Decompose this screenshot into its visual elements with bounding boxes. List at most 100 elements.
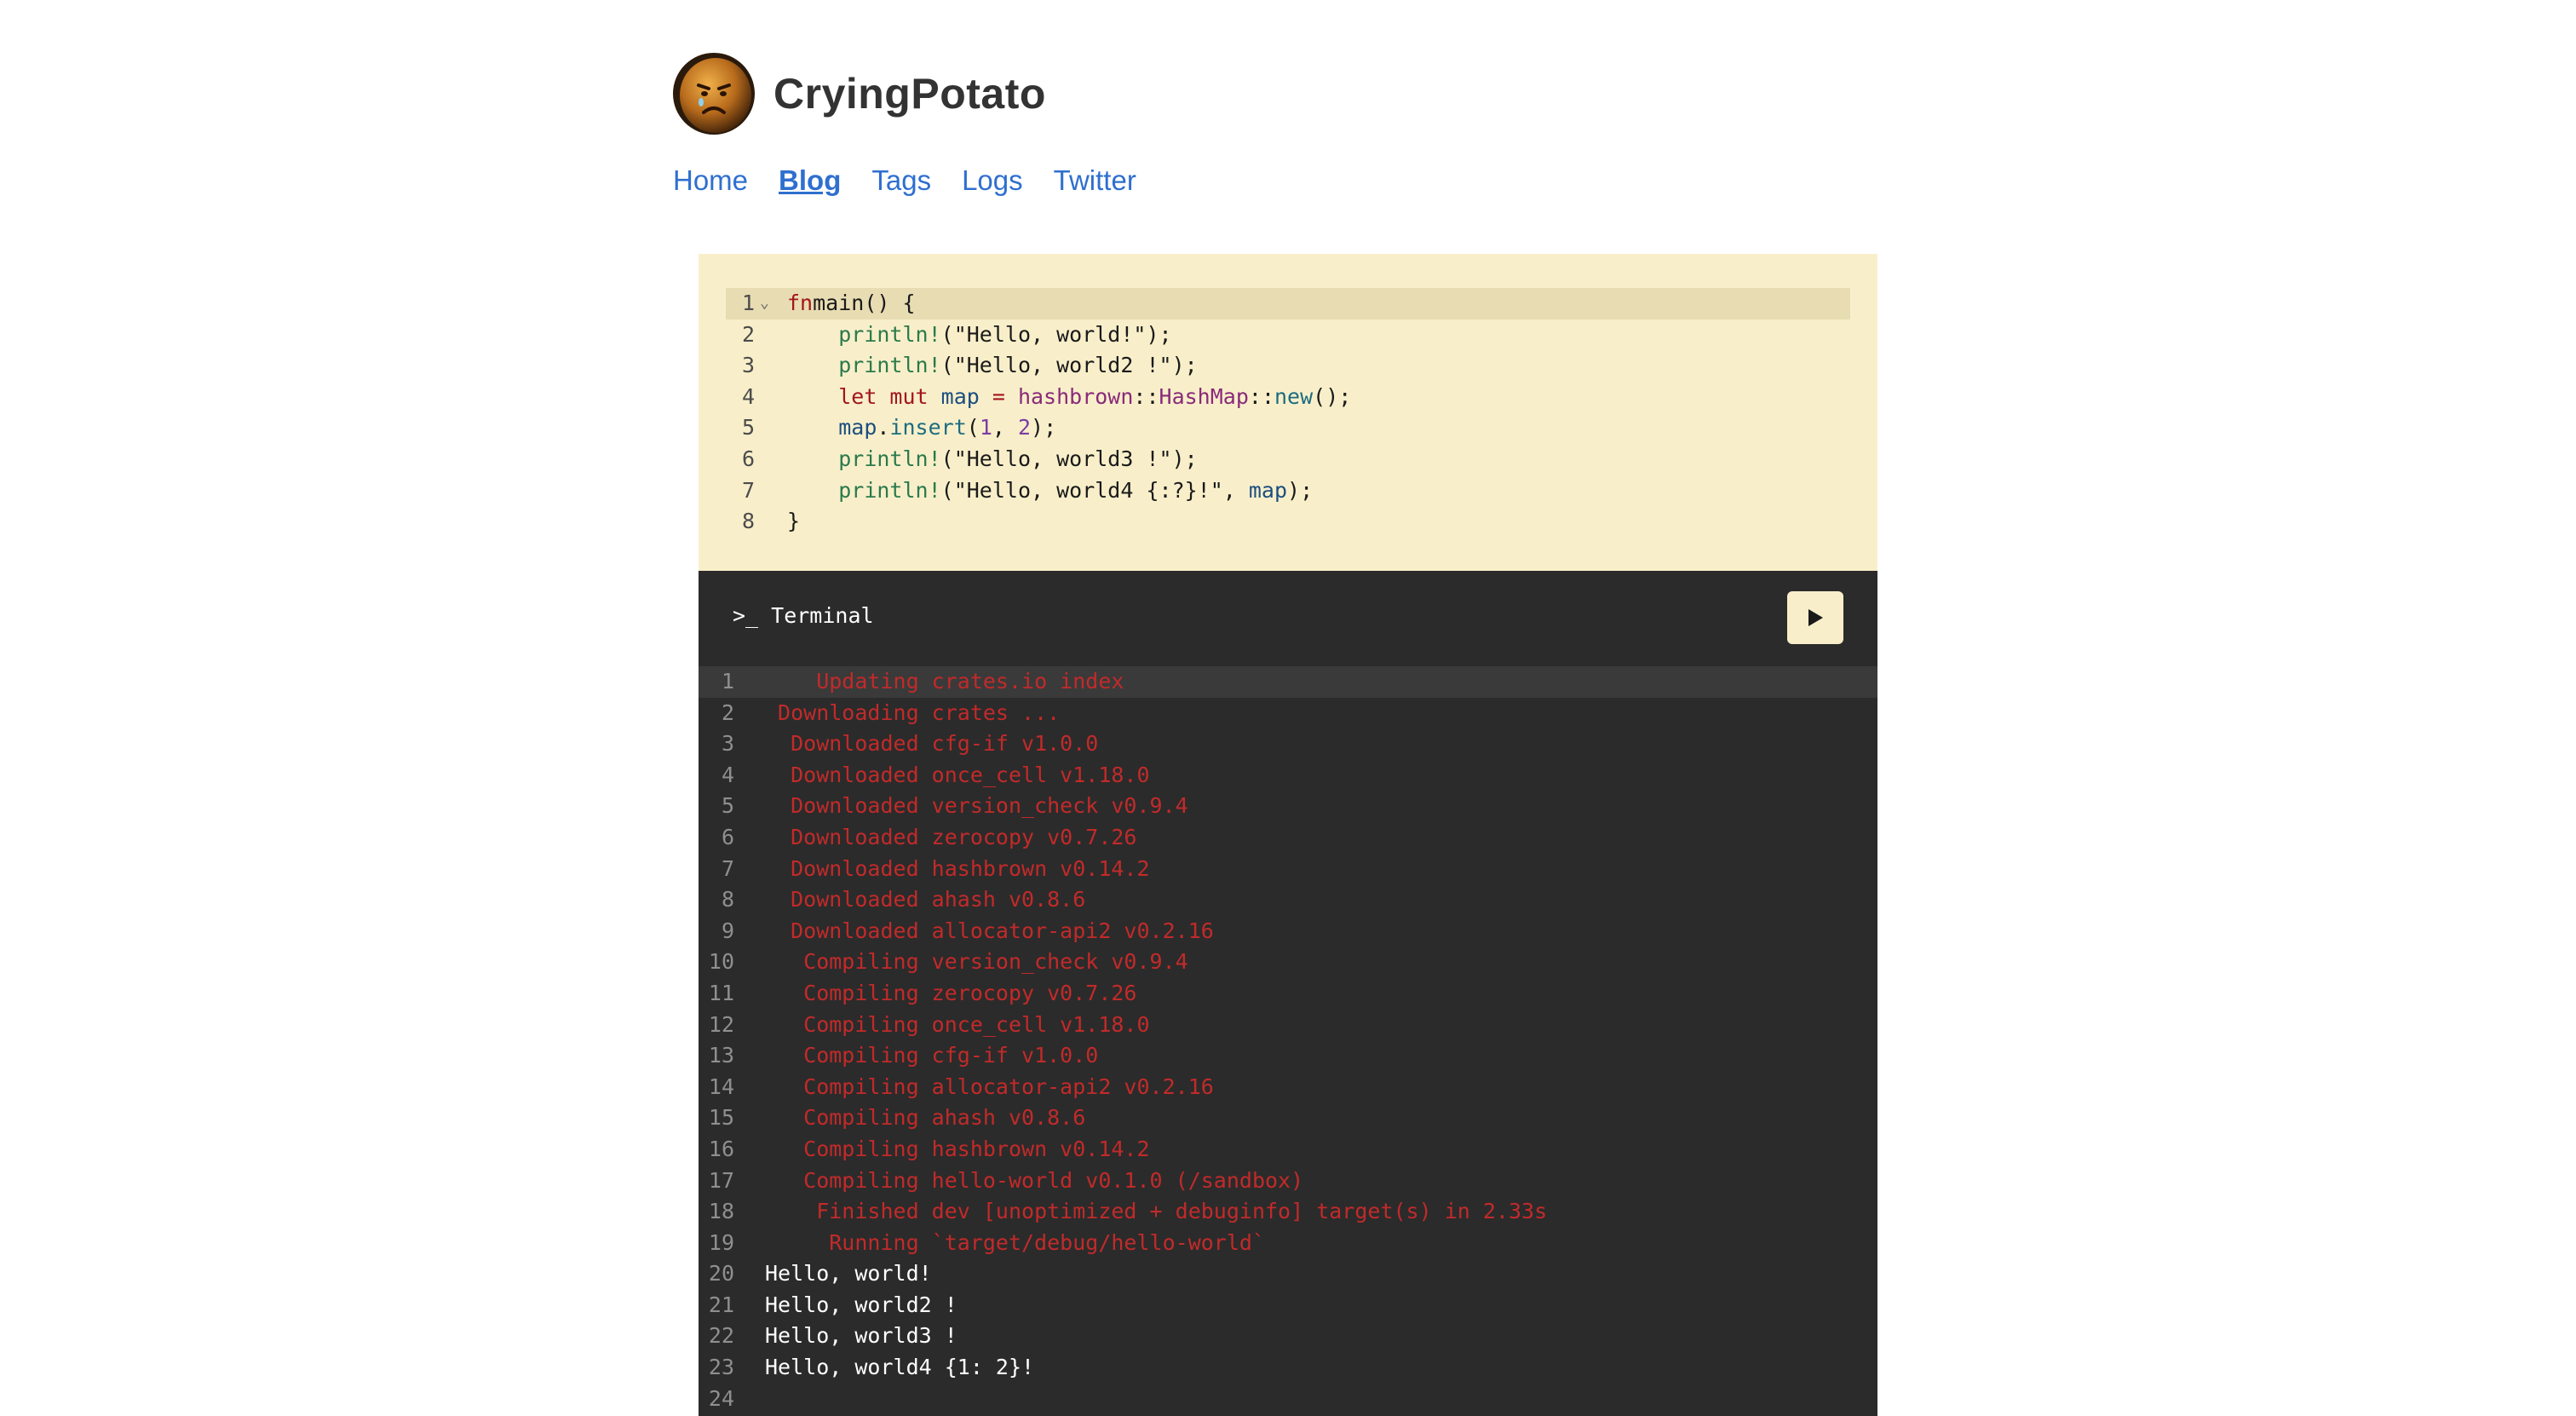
line-number: 8 bbox=[741, 509, 755, 534]
terminal-header: >_ Terminal bbox=[699, 571, 1877, 666]
code-line[interactable]: 8} bbox=[726, 506, 1850, 538]
crying-potato-icon bbox=[673, 53, 755, 135]
site-title[interactable]: CryingPotato bbox=[773, 69, 1046, 118]
line-number: 5 bbox=[741, 415, 755, 440]
code-line[interactable]: 3 println!("Hello, world2 !"); bbox=[726, 350, 1850, 382]
code-token: } bbox=[787, 509, 801, 534]
line-number: 4 bbox=[741, 383, 755, 409]
code-token: , bbox=[992, 415, 1018, 440]
code-line[interactable]: 2 println!("Hello, world!"); bbox=[726, 319, 1850, 351]
terminal-line: 17 Compiling hello-world v0.1.0 (/sandbo… bbox=[699, 1166, 1877, 1197]
terminal-line: 22 Hello, world3 ! bbox=[699, 1321, 1877, 1352]
terminal-line: 15 Compiling ahash v0.8.6 bbox=[699, 1102, 1877, 1134]
stderr-text: Compiling cfg-if v1.0.0 bbox=[765, 1043, 1099, 1068]
line-number: 7 bbox=[721, 855, 734, 881]
code-text: } bbox=[787, 506, 800, 538]
line-number: 15 bbox=[708, 1105, 734, 1131]
code-token: insert bbox=[889, 415, 967, 440]
line-number: 16 bbox=[708, 1136, 734, 1161]
code-line[interactable]: 4 let mut map = hashbrown::HashMap::new(… bbox=[726, 382, 1850, 413]
terminal-line: 6 Downloaded zerocopy v0.7.26 bbox=[699, 822, 1877, 854]
stderr-text: Downloaded once_cell v1.18.0 bbox=[765, 762, 1150, 787]
terminal-line: 4 Downloaded once_cell v1.18.0 bbox=[699, 760, 1877, 791]
line-number: 11 bbox=[708, 980, 734, 1005]
code-token: 2 bbox=[1017, 415, 1032, 440]
terminal-line: 13 Compiling cfg-if v1.0.0 bbox=[699, 1040, 1877, 1072]
stderr-text: Running `target/debug/hello-world` bbox=[765, 1229, 1265, 1255]
code-token: HashMap bbox=[1159, 383, 1249, 409]
code-token: println! bbox=[838, 353, 941, 378]
code-token: println! bbox=[838, 321, 941, 347]
code-editor[interactable]: 1 ⌄ fnmain() {2 println!("Hello, world!");… bbox=[699, 254, 1877, 571]
nav-home[interactable]: Home bbox=[673, 162, 748, 199]
code-token: println! bbox=[838, 477, 941, 503]
line-number: 20 bbox=[708, 1261, 734, 1286]
code-line[interactable]: 1 ⌄ fnmain() { bbox=[726, 288, 1850, 319]
stdout-text: Hello, world2 ! bbox=[765, 1292, 957, 1317]
line-number: 9 bbox=[721, 918, 734, 943]
line-number: 24 bbox=[708, 1385, 734, 1411]
code-lines[interactable]: 1 ⌄ fnmain() {2 println!("Hello, world!");… bbox=[726, 288, 1850, 538]
code-text: fnmain() { bbox=[787, 288, 916, 319]
code-token: ("Hello, world2 !"); bbox=[940, 353, 1198, 378]
fold-chevron-icon[interactable]: ⌄ bbox=[760, 288, 769, 319]
code-token: . bbox=[877, 415, 890, 440]
stderr-text: Downloaded allocator-api2 v0.2.16 bbox=[765, 918, 1214, 943]
code-text: let mut map = hashbrown::HashMap::new(); bbox=[787, 382, 1351, 413]
code-line[interactable]: 6 println!("Hello, world3 !"); bbox=[726, 444, 1850, 475]
terminal-line: 16 Compiling hashbrown v0.14.2 bbox=[699, 1134, 1877, 1166]
line-number: 3 bbox=[721, 731, 734, 757]
code-text: println!("Hello, world3 !"); bbox=[787, 444, 1197, 475]
code-token: map bbox=[940, 383, 980, 409]
line-number: 17 bbox=[708, 1167, 734, 1193]
line-number: 1 bbox=[721, 669, 734, 694]
nav-blog[interactable]: Blog bbox=[779, 162, 841, 199]
terminal-line: 2 Downloading crates ... bbox=[699, 698, 1877, 729]
line-number: 6 bbox=[721, 824, 734, 849]
stderr-text: Downloaded cfg-if v1.0.0 bbox=[765, 731, 1099, 757]
code-token: println! bbox=[838, 446, 941, 471]
code-line[interactable]: 5 map.insert(1, 2); bbox=[726, 412, 1850, 444]
site-header: CryingPotato bbox=[673, 53, 1046, 135]
nav-tags[interactable]: Tags bbox=[871, 162, 931, 199]
line-number: 5 bbox=[721, 793, 734, 819]
line-number: 6 bbox=[741, 446, 755, 471]
code-token: ( bbox=[966, 415, 980, 440]
code-token: new bbox=[1274, 383, 1314, 409]
code-token: fn bbox=[787, 291, 814, 315]
avatar[interactable] bbox=[673, 53, 755, 135]
terminal-line: 11 Compiling zerocopy v0.7.26 bbox=[699, 978, 1877, 1010]
stderr-text: Compiling hello-world v0.1.0 (/sandbox) bbox=[765, 1167, 1304, 1193]
play-icon bbox=[1808, 609, 1823, 626]
terminal-line: 8 Downloaded ahash v0.8.6 bbox=[699, 884, 1877, 916]
nav-twitter[interactable]: Twitter bbox=[1054, 162, 1136, 199]
terminal-line: 24 bbox=[699, 1384, 1877, 1415]
stderr-text: Downloading crates ... bbox=[765, 699, 1061, 725]
line-number: 8 bbox=[721, 887, 734, 912]
line-number: 21 bbox=[708, 1292, 734, 1317]
terminal-line: 7 Downloaded hashbrown v0.14.2 bbox=[699, 854, 1877, 885]
nav-logs[interactable]: Logs bbox=[962, 162, 1023, 199]
stdout-text: Hello, world! bbox=[765, 1261, 932, 1286]
terminal-output[interactable]: 1 Updating crates.io index 2 Downloading … bbox=[699, 666, 1877, 1414]
line-number: 4 bbox=[721, 762, 734, 787]
terminal: >_ Terminal 1 Updating crates.io index 2 … bbox=[699, 571, 1877, 1416]
stderr-text: Compiling version_check v0.9.4 bbox=[765, 949, 1188, 975]
terminal-line: 23 Hello, world4 {1: 2}! bbox=[699, 1352, 1877, 1384]
code-token: :: bbox=[1133, 383, 1159, 409]
run-button[interactable] bbox=[1787, 591, 1843, 644]
line-number: 1 bbox=[741, 291, 755, 315]
terminal-line: 5 Downloaded version_check v0.9.4 bbox=[699, 791, 1877, 822]
line-number: 7 bbox=[741, 477, 755, 503]
terminal-title: >_ Terminal bbox=[733, 603, 874, 628]
stderr-text: Compiling hashbrown v0.14.2 bbox=[765, 1136, 1150, 1161]
code-line[interactable]: 7 println!("Hello, world4 {:?}!", map); bbox=[726, 475, 1850, 507]
site-nav: Home Blog Tags Logs Twitter bbox=[673, 162, 1167, 199]
stderr-text: Downloaded zerocopy v0.7.26 bbox=[765, 824, 1137, 849]
code-token: :: bbox=[1248, 383, 1274, 409]
stdout-text: Hello, world3 ! bbox=[765, 1323, 957, 1349]
terminal-line: 21 Hello, world2 ! bbox=[699, 1290, 1877, 1321]
terminal-line: 10 Compiling version_check v0.9.4 bbox=[699, 947, 1877, 978]
code-token: ); bbox=[1031, 415, 1057, 440]
